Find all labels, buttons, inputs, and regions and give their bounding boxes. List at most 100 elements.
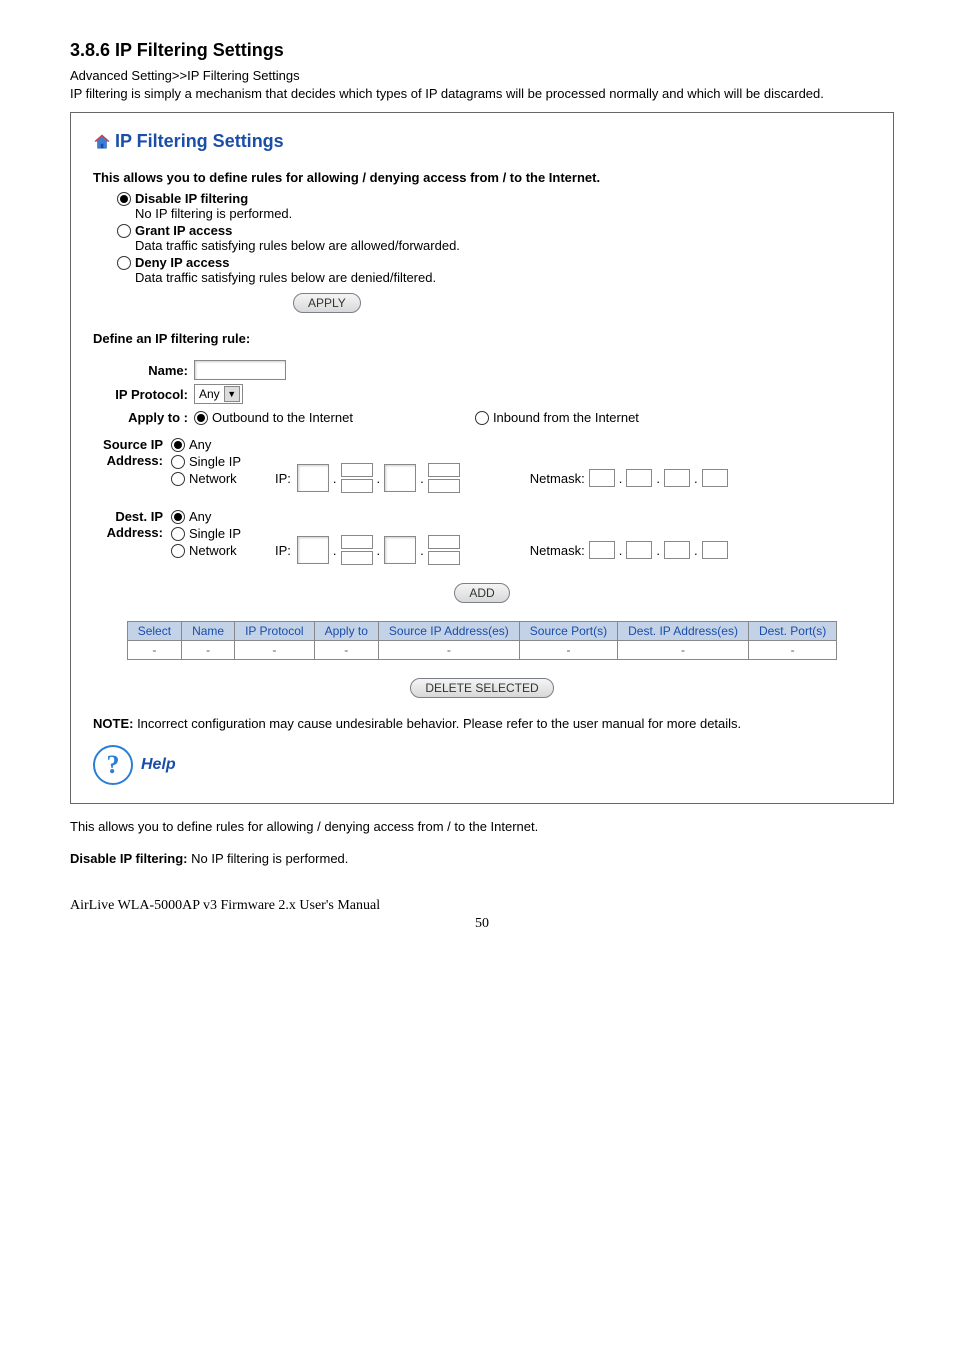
radio-icon[interactable] [171, 510, 185, 524]
opt-any-label: Any [189, 509, 211, 524]
radio-icon[interactable] [117, 192, 131, 206]
intro-text: IP filtering is simply a mechanism that … [70, 86, 824, 101]
src-ip-oct4a[interactable] [428, 463, 460, 477]
name-input[interactable] [194, 360, 286, 380]
post-allows: This allows you to define rules for allo… [70, 818, 894, 836]
th-proto: IP Protocol [235, 622, 314, 641]
proto-label: IP Protocol: [93, 387, 188, 402]
src-ip-oct4b[interactable] [428, 479, 460, 493]
dst-netmask-oct4[interactable] [702, 541, 728, 559]
radio-icon[interactable] [117, 224, 131, 238]
intro-block: Advanced Setting>>IP Filtering Settings … [70, 67, 894, 102]
opt-network-label: Network [189, 543, 237, 558]
applyto-inbound-option[interactable]: Inbound from the Internet [475, 410, 639, 425]
radio-icon[interactable] [171, 438, 185, 452]
mode-grant-row[interactable]: Grant IP access Data traffic satisfying … [117, 223, 871, 253]
cell: - [748, 641, 836, 660]
applyto-inbound-label: Inbound from the Internet [493, 410, 639, 425]
source-ip-label-1: Source IP [103, 437, 163, 452]
source-ip-block: Source IP Address: Any Single IP Network… [93, 435, 871, 493]
src-netmask-oct4[interactable] [702, 469, 728, 487]
radio-icon[interactable] [171, 472, 185, 486]
mode-grant-label: Grant IP access [135, 223, 232, 238]
disable-label: Disable IP filtering: [70, 851, 188, 866]
src-ip-oct2b[interactable] [341, 479, 373, 493]
dst-ip-oct4a[interactable] [428, 535, 460, 549]
footer-page: 50 [70, 916, 894, 932]
dst-ip-label: IP: [275, 543, 291, 558]
src-network-option[interactable]: Network [171, 471, 271, 486]
cell: - [127, 641, 181, 660]
rules-table: Select Name IP Protocol Apply to Source … [127, 621, 838, 660]
radio-icon[interactable] [171, 527, 185, 541]
disable-desc: No IP filtering is performed. [188, 851, 349, 866]
section-heading: 3.8.6 IP Filtering Settings [70, 40, 894, 61]
th-dstaddr: Dest. IP Address(es) [618, 622, 749, 641]
radio-icon[interactable] [194, 411, 208, 425]
cell: - [235, 641, 314, 660]
radio-icon[interactable] [117, 256, 131, 270]
src-ip-oct1[interactable] [297, 464, 329, 492]
add-button[interactable]: ADD [454, 583, 509, 603]
src-any-option[interactable]: Any [171, 437, 271, 452]
src-netmask-oct2[interactable] [626, 469, 652, 487]
src-netmask-oct1[interactable] [589, 469, 615, 487]
src-netmask-oct3[interactable] [664, 469, 690, 487]
help-row[interactable]: ? Help [93, 745, 871, 785]
dest-ip-label-1: Dest. IP [115, 509, 163, 524]
mode-grant-desc: Data traffic satisfying rules below are … [135, 238, 871, 253]
mode-disable-label: Disable IP filtering [135, 191, 248, 206]
src-ip-oct3[interactable] [384, 464, 416, 492]
dst-network-option[interactable]: Network [171, 543, 271, 558]
th-select: Select [127, 622, 181, 641]
dst-ip-oct2b[interactable] [341, 551, 373, 565]
opt-single-label: Single IP [189, 454, 241, 469]
note-line: NOTE: Incorrect configuration may cause … [93, 716, 871, 731]
panel-title: IP Filtering Settings [93, 131, 871, 152]
source-ip-label-2: Address: [107, 453, 163, 468]
mode-deny-row[interactable]: Deny IP access Data traffic satisfying r… [117, 255, 871, 285]
dst-netmask-oct3[interactable] [664, 541, 690, 559]
mode-disable-row[interactable]: Disable IP filtering No IP filtering is … [117, 191, 871, 221]
breadcrumb: Advanced Setting>>IP Filtering Settings [70, 68, 300, 83]
house-icon [93, 133, 111, 151]
dst-any-option[interactable]: Any [171, 509, 271, 524]
help-icon[interactable]: ? [93, 745, 133, 785]
th-srcport: Source Port(s) [519, 622, 617, 641]
radio-icon[interactable] [171, 544, 185, 558]
dst-ip-oct4b[interactable] [428, 551, 460, 565]
opt-network-label: Network [189, 471, 237, 486]
dst-ip-oct3[interactable] [384, 536, 416, 564]
dst-netmask-label: Netmask: [530, 543, 585, 558]
chevron-down-icon[interactable]: ▼ [224, 386, 240, 402]
applyto-outbound-option[interactable]: Outbound to the Internet [194, 410, 353, 425]
cell: - [618, 641, 749, 660]
opt-any-label: Any [189, 437, 211, 452]
help-link[interactable]: Help [141, 756, 176, 774]
opt-single-label: Single IP [189, 526, 241, 541]
define-rule-heading: Define an IP filtering rule: [93, 331, 871, 346]
src-ip-oct2a[interactable] [341, 463, 373, 477]
dst-ip-oct1[interactable] [297, 536, 329, 564]
proto-value: Any [199, 387, 220, 401]
mode-deny-label: Deny IP access [135, 255, 229, 270]
proto-select[interactable]: Any ▼ [194, 384, 243, 404]
radio-icon[interactable] [171, 455, 185, 469]
cell: - [314, 641, 378, 660]
dest-ip-block: Dest. IP Address: Any Single IP Network … [93, 507, 871, 565]
src-single-option[interactable]: Single IP [171, 454, 271, 469]
th-applyto: Apply to [314, 622, 378, 641]
dst-netmask-oct2[interactable] [626, 541, 652, 559]
disable-line: Disable IP filtering: No IP filtering is… [70, 850, 894, 868]
cell: - [519, 641, 617, 660]
dst-netmask-oct1[interactable] [589, 541, 615, 559]
src-netmask-label: Netmask: [530, 471, 585, 486]
apply-button[interactable]: APPLY [293, 293, 361, 313]
dst-ip-oct2a[interactable] [341, 535, 373, 549]
note-text: Incorrect configuration may cause undesi… [133, 716, 741, 731]
cell: - [182, 641, 235, 660]
name-label: Name: [93, 363, 188, 378]
dst-single-option[interactable]: Single IP [171, 526, 271, 541]
delete-selected-button[interactable]: DELETE SELECTED [410, 678, 553, 698]
radio-icon[interactable] [475, 411, 489, 425]
